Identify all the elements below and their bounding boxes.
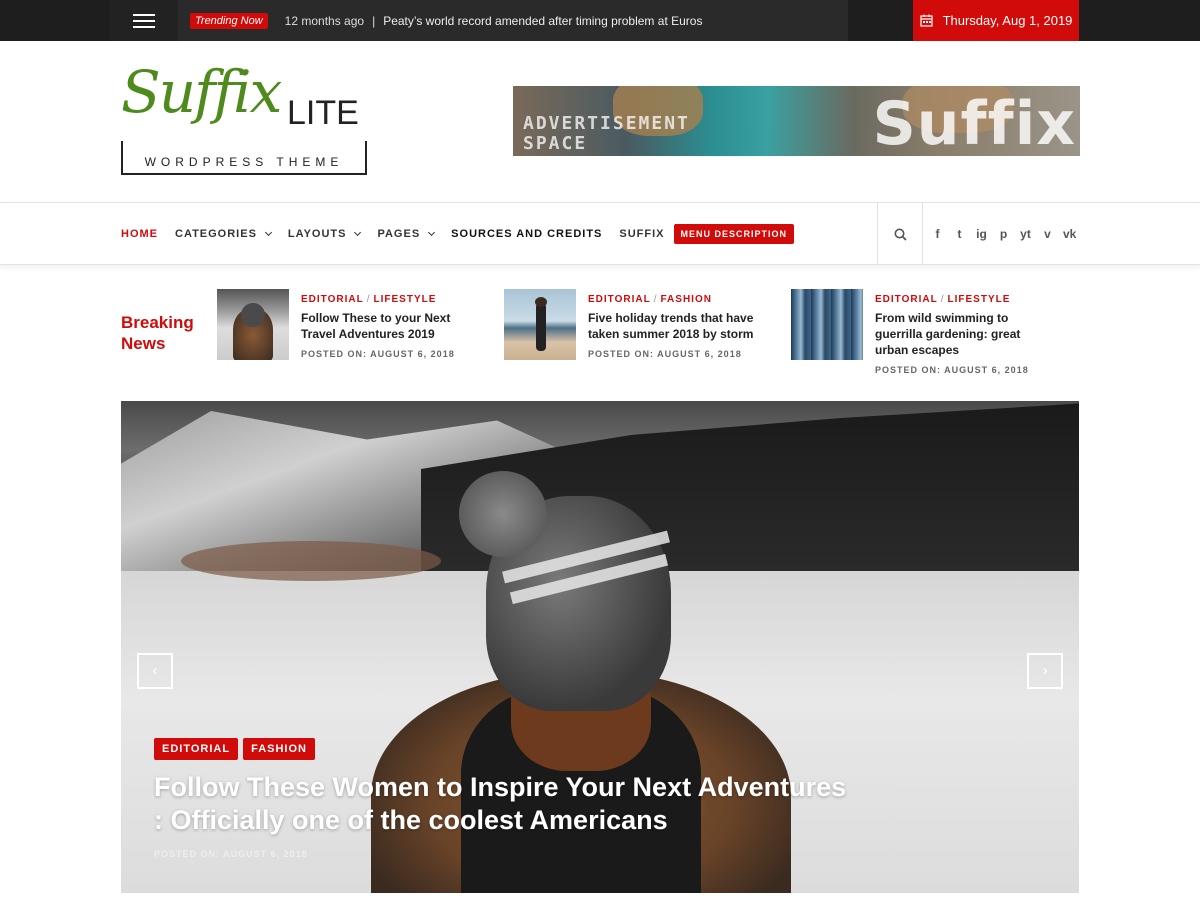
ad-brand: Suffix — [872, 89, 1076, 156]
twitter-icon[interactable]: t — [953, 227, 966, 241]
vimeo-icon[interactable]: v — [1041, 227, 1054, 241]
breaking-thumbnail[interactable] — [791, 289, 863, 360]
slider-prev-button[interactable]: ‹ — [137, 653, 173, 689]
category-link[interactable]: LIFESTYLE — [374, 294, 437, 305]
top-bar: Trending Now 12 months ago | Peaty’s wor… — [0, 0, 1200, 41]
hero-tag-fashion[interactable]: FASHION — [243, 738, 315, 760]
vk-icon[interactable]: vk — [1063, 227, 1076, 241]
breaking-line1: Breaking — [121, 313, 194, 332]
category-link[interactable]: LIFESTYLE — [948, 294, 1011, 305]
featured-slider[interactable]: ‹ › EDITORIAL FASHION Follow These Women… — [121, 401, 1079, 893]
ad-text: ADVERTISEMENT SPACE — [523, 114, 690, 154]
nav-layouts-label: LAYOUTS — [287, 228, 347, 240]
nav-pages[interactable]: PAGES — [377, 228, 436, 240]
category-link[interactable]: FASHION — [661, 294, 712, 305]
nav-home[interactable]: HOME — [121, 228, 158, 240]
instagram-icon[interactable]: ig — [975, 227, 988, 241]
advertisement-banner[interactable]: ADVERTISEMENT SPACE Suffix — [513, 86, 1080, 156]
breaking-news-heading: Breaking News — [121, 312, 194, 354]
facebook-icon[interactable]: f — [931, 227, 944, 241]
social-links: f t ig p yt v vk — [931, 203, 1077, 265]
chevron-left-icon: ‹ — [152, 662, 158, 679]
nav-sources-and-credits[interactable]: SOURCES AND CREDITS — [451, 228, 602, 240]
breaking-news-item[interactable]: EDITORIAL / FASHION Five holiday trends th… — [504, 289, 764, 384]
nav-pages-label: PAGES — [377, 228, 421, 240]
hero-image-shrub — [181, 541, 441, 581]
chevron-down-icon — [428, 228, 436, 237]
search-icon — [894, 228, 907, 241]
category-link[interactable]: EDITORIAL — [875, 294, 938, 305]
breaking-categories: EDITORIAL / LIFESTYLE — [301, 294, 437, 305]
breaking-title-link[interactable]: From wild swimming to guerrilla gardenin… — [875, 310, 1045, 358]
calendar-icon — [919, 14, 933, 27]
hamburger-icon — [133, 13, 155, 28]
pinterest-icon[interactable]: p — [997, 227, 1010, 241]
breaking-date: POSTED ON: AUGUST 6, 2018 — [588, 349, 742, 359]
main-navigation: HOME CATEGORIES LAYOUTS PAGES SOURCES AN… — [0, 202, 1200, 265]
trending-separator: | — [372, 13, 376, 28]
chevron-down-icon — [354, 228, 362, 237]
hero-tags: EDITORIAL FASHION — [154, 738, 315, 760]
trending-badge: Trending Now — [190, 12, 268, 29]
breaking-date: POSTED ON: AUGUST 6, 2018 — [875, 365, 1029, 375]
hero-title-link[interactable]: Follow These Women to Inspire Your Next … — [154, 771, 854, 837]
category-link[interactable]: EDITORIAL — [301, 294, 364, 305]
breaking-thumbnail[interactable] — [504, 289, 576, 360]
nav-categories-label: CATEGORIES — [175, 228, 257, 240]
nav-categories[interactable]: CATEGORIES — [175, 228, 272, 240]
category-link[interactable]: EDITORIAL — [588, 294, 651, 305]
nav-suffix[interactable]: SUFFIX — [619, 228, 664, 240]
logo-lite: LITE — [287, 94, 359, 132]
breaking-thumbnail[interactable] — [217, 289, 289, 360]
hero-tag-editorial[interactable]: EDITORIAL — [154, 738, 239, 760]
menu-description-badge: MENU DESCRIPTION — [673, 224, 795, 244]
logo-subtitle: WORDPRESS THEME — [144, 155, 344, 169]
youtube-icon[interactable]: yt — [1019, 227, 1032, 241]
breaking-date: POSTED ON: AUGUST 6, 2018 — [301, 349, 455, 359]
breaking-categories: EDITORIAL / FASHION — [588, 294, 712, 305]
ad-line1: ADVERTISEMENT — [523, 113, 690, 134]
chevron-right-icon: › — [1042, 662, 1048, 679]
search-button[interactable] — [877, 203, 923, 265]
breaking-categories: EDITORIAL / LIFESTYLE — [875, 294, 1011, 305]
hero-image-pompom — [459, 471, 547, 557]
slider-next-button[interactable]: › — [1027, 653, 1063, 689]
hamburger-menu-button[interactable] — [110, 0, 178, 41]
breaking-news-item[interactable]: EDITORIAL / LIFESTYLE Follow These to your… — [217, 289, 477, 384]
breaking-title-link[interactable]: Follow These to your Next Travel Adventu… — [301, 310, 471, 342]
trending-time: 12 months ago — [284, 13, 365, 28]
nav-layouts[interactable]: LAYOUTS — [287, 228, 362, 240]
breaking-news-item[interactable]: EDITORIAL / LIFESTYLE From wild swimming t… — [791, 289, 1051, 384]
ad-line2: SPACE — [523, 133, 588, 154]
breaking-title-link[interactable]: Five holiday trends that have taken summ… — [588, 310, 758, 342]
date-text: Thursday, Aug 1, 2019 — [942, 13, 1073, 28]
logo-script: Suffix — [121, 58, 282, 126]
trending-headline-link[interactable]: Peaty’s world record amended after timin… — [383, 14, 702, 28]
site-logo[interactable]: Suffix LITE WORDPRESS THEME — [121, 58, 371, 178]
current-date: Thursday, Aug 1, 2019 — [913, 0, 1079, 41]
breaking-line2: News — [121, 334, 166, 353]
chevron-down-icon — [264, 228, 272, 237]
hero-date: POSTED ON: AUGUST 6, 2018 — [154, 849, 308, 859]
trending-ticker: Trending Now 12 months ago | Peaty’s wor… — [178, 0, 848, 41]
